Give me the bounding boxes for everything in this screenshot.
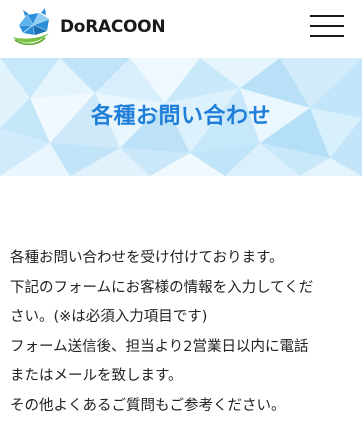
menu-line-middle xyxy=(310,25,344,27)
intro-line: その他よくあるご質問もご参考ください。 xyxy=(10,397,286,414)
site-logo[interactable]: DoRACOON xyxy=(9,7,166,47)
raccoon-leaf-logo-icon xyxy=(13,8,50,46)
intro-line: 各種お問い合わせを受け付けております。 xyxy=(10,250,284,266)
page-title: 各種お問い合わせ xyxy=(90,104,271,129)
hamburger-menu-button[interactable] xyxy=(304,12,348,40)
intro-line: またはメールを致します。 xyxy=(10,368,183,384)
page-banner: 各種お問い合わせ xyxy=(0,58,362,176)
intro-line: さい。(※は必須入力項目です) xyxy=(10,309,208,325)
site-header: DoRACOON xyxy=(0,0,362,56)
contact-intro: 各種お問い合わせを受け付けております。 下記のフォームにお客様の情報を入力してく… xyxy=(10,244,352,421)
menu-line-bottom xyxy=(310,35,344,37)
page: DoRACOON 各種お問い合わせ 各種お問い合わせを受け付けております。 下記… xyxy=(0,0,362,426)
intro-line: フォーム送信後、担当より2営業日以内に電話 xyxy=(10,338,309,355)
intro-line: 下記のフォームにお客様の情報を入力してくだ xyxy=(10,279,314,296)
menu-line-top xyxy=(310,15,344,17)
logo-wordmark: DoRACOON xyxy=(60,17,166,37)
